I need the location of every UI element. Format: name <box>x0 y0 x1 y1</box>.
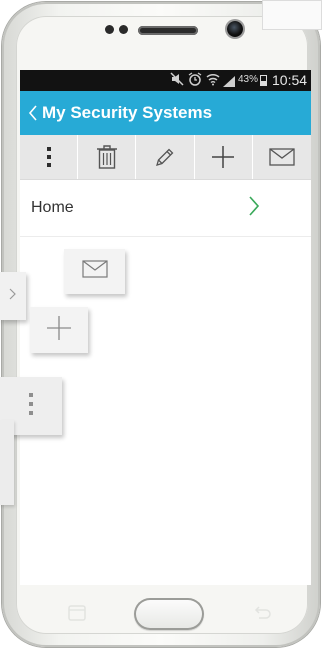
trash-icon <box>96 144 118 170</box>
more-options-button[interactable] <box>20 135 79 179</box>
edit-button[interactable] <box>136 135 195 179</box>
list-item-label: Home <box>31 199 74 216</box>
battery-percent: 43% <box>238 74 259 85</box>
app-bar: My Security Systems <box>20 91 311 135</box>
chevron-right-icon <box>248 195 260 222</box>
more-vertical-icon <box>46 146 52 168</box>
alarm-icon <box>188 72 202 88</box>
earpiece-speaker <box>138 26 198 35</box>
delete-button[interactable] <box>78 135 137 179</box>
sensor-dot <box>119 25 128 34</box>
front-camera <box>227 21 243 37</box>
pencil-icon <box>154 146 176 168</box>
chevron-right-icon <box>9 287 17 306</box>
signal-icon <box>223 75 235 91</box>
battery-icon <box>260 75 267 86</box>
sensor-dot <box>105 25 114 34</box>
corner-sticker <box>262 0 322 30</box>
action-toolbar <box>20 135 311 180</box>
page-title: My Security Systems <box>42 103 213 122</box>
status-bar: 43% 10:54 <box>20 70 311 91</box>
more-vertical-icon <box>28 392 34 421</box>
back-chevron-icon[interactable] <box>28 104 42 122</box>
clock: 10:54 <box>272 72 308 88</box>
mail-icon <box>269 148 295 166</box>
list-item-home[interactable]: Home <box>20 180 311 237</box>
wifi-icon <box>206 72 220 88</box>
mute-icon <box>170 72 184 88</box>
plus-icon <box>211 145 235 169</box>
floating-chevron-tile <box>0 272 26 320</box>
plus-icon <box>46 315 72 346</box>
floating-mail-tile <box>64 249 125 294</box>
recent-apps-icon[interactable] <box>68 605 86 626</box>
back-icon[interactable] <box>253 605 271 624</box>
mail-button[interactable] <box>253 135 311 179</box>
home-button[interactable] <box>134 598 204 630</box>
mail-icon <box>81 260 108 283</box>
add-button[interactable] <box>195 135 253 179</box>
floating-plus-tile <box>30 307 88 353</box>
floating-strip-tile <box>0 420 14 505</box>
